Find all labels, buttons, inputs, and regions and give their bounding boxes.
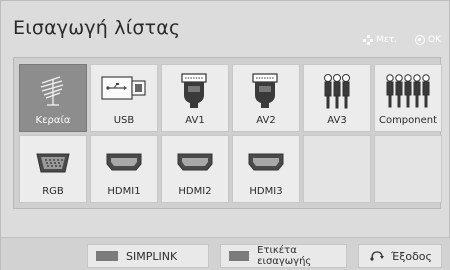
- input-tile-av2[interactable]: AV2: [232, 64, 300, 132]
- input-label: RGB: [42, 186, 64, 197]
- input-tile-hdmi2[interactable]: HDMI2: [161, 135, 229, 203]
- back-icon: [369, 249, 385, 264]
- exit-label: Έξοδος: [391, 249, 432, 263]
- color-key-icon: [229, 251, 250, 261]
- simplink-label: SIMPLINK: [126, 249, 178, 263]
- title-bar: Εισαγωγή λίστας Μετ. OK: [1, 1, 450, 53]
- exit-button[interactable]: Έξοδος: [358, 244, 442, 268]
- input-label: HDMI3: [249, 186, 283, 197]
- input-row-2: RGB HDMI1 HDMI2 HDMI3: [19, 135, 442, 203]
- vga-icon: [35, 152, 71, 178]
- ok-icon: [415, 35, 425, 45]
- input-label: USB: [113, 115, 135, 126]
- input-grid: Κεραία USB AV1 AV2 AV3 Component RGB HDM…: [13, 57, 442, 209]
- input-tile-rgb[interactable]: RGB: [19, 135, 87, 203]
- input-label: Component: [378, 115, 438, 126]
- input-tile-component[interactable]: Component: [374, 64, 442, 132]
- move-hint-label: Μετ.: [376, 35, 397, 45]
- simplink-button[interactable]: SIMPLINK: [87, 244, 209, 268]
- input-tile-empty: [303, 135, 371, 203]
- input-label-button-label: Ετικέτα εισαγωγής: [257, 245, 312, 267]
- nav-hints: Μετ. OK: [349, 35, 441, 45]
- hdmi-icon: [176, 152, 214, 176]
- input-label-button[interactable]: Ετικέτα εισαγωγής: [220, 244, 347, 268]
- hdmi-icon: [105, 152, 143, 176]
- input-list-panel: Εισαγωγή λίστας Μετ. OK Κεραία USB AV1 A…: [0, 0, 450, 270]
- usb-icon: [100, 73, 148, 107]
- dpad-icon: [363, 35, 374, 45]
- hdmi-icon: [247, 152, 285, 176]
- input-tile-empty: [374, 135, 442, 203]
- page-title: Εισαγωγή λίστας: [13, 17, 181, 39]
- input-tile-antenna[interactable]: Κεραία: [19, 64, 87, 132]
- input-label: AV2: [256, 115, 276, 126]
- rca-icon: [320, 73, 354, 113]
- scart-icon: [179, 73, 211, 113]
- input-label: HDMI1: [107, 186, 141, 197]
- input-tile-usb[interactable]: USB: [90, 64, 158, 132]
- input-label: AV3: [327, 115, 347, 126]
- input-tile-hdmi3[interactable]: HDMI3: [232, 135, 300, 203]
- input-label: HDMI2: [178, 186, 212, 197]
- input-label: AV1: [185, 115, 205, 126]
- input-tile-hdmi1[interactable]: HDMI1: [90, 135, 158, 203]
- ok-hint: OK: [415, 35, 441, 45]
- scart-icon: [250, 73, 282, 113]
- antenna-icon: [36, 73, 70, 111]
- color-key-icon: [96, 251, 118, 261]
- component-rca-icon: [385, 73, 431, 113]
- input-label: Κεραία: [35, 115, 71, 126]
- ok-hint-label: OK: [428, 35, 441, 45]
- footer-bar: SIMPLINK Ετικέτα εισαγωγής Έξοδος: [1, 237, 450, 270]
- move-hint: Μετ.: [363, 35, 397, 45]
- input-tile-av1[interactable]: AV1: [161, 64, 229, 132]
- input-row-1: Κεραία USB AV1 AV2 AV3 Component: [19, 64, 442, 132]
- input-tile-av3[interactable]: AV3: [303, 64, 371, 132]
